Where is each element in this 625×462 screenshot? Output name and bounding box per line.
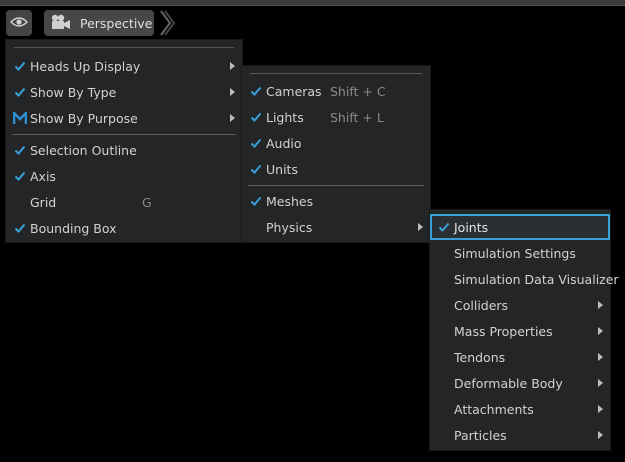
purpose-m-icon [13, 111, 27, 124]
menu-item-label: Axis [30, 168, 56, 184]
visibility-menu: Heads Up Display Show By Type Show By Pu… [6, 40, 242, 242]
menu-item-label: Selection Outline [30, 142, 137, 158]
menu-item-label: Simulation Data Visualizer [454, 271, 619, 287]
check-icon [438, 222, 450, 232]
menu-item-label: Joints [454, 219, 489, 235]
menu-item-label: Attachments [454, 401, 534, 417]
submenu-arrow-icon [230, 88, 235, 96]
show-by-type-submenu: Cameras Shift + C Lights Shift + L Audio… [242, 66, 430, 242]
camera-perspective-button[interactable]: Perspective [44, 10, 154, 36]
menu-item-label: Audio [266, 135, 302, 151]
check-icon [14, 171, 26, 181]
check-icon [250, 138, 262, 148]
menu-separator [12, 134, 236, 135]
menu-item-bounding-box[interactable]: Bounding Box [6, 215, 242, 241]
menu-item-axis[interactable]: Axis [6, 163, 242, 189]
check-icon [14, 145, 26, 155]
camera-icon [50, 14, 72, 33]
menu-item-label: Show By Purpose [30, 110, 138, 126]
shortcut-label: Shift + L [330, 109, 384, 125]
menu-item-label: Deformable Body [454, 375, 563, 391]
submenu-arrow-icon [598, 405, 603, 413]
menu-item-lights[interactable]: Lights Shift + L [242, 104, 430, 130]
visibility-menu-button[interactable] [6, 10, 32, 36]
check-icon [250, 86, 262, 96]
menu-item-meshes[interactable]: Meshes [242, 188, 430, 214]
menu-item-attachments[interactable]: Attachments [430, 396, 610, 422]
menu-item-joints[interactable]: Joints [430, 214, 610, 240]
menu-item-selection-outline[interactable]: Selection Outline [6, 137, 242, 163]
chevron-right-icon[interactable] [158, 10, 176, 36]
menu-item-label: Lights [266, 109, 304, 125]
menu-item-label: Grid [30, 194, 57, 210]
eye-icon [9, 16, 29, 31]
check-icon [250, 196, 262, 206]
menu-item-deformable-body[interactable]: Deformable Body [430, 370, 610, 396]
menu-item-label: Simulation Settings [454, 245, 576, 261]
menu-item-label: Bounding Box [30, 220, 117, 236]
menu-item-label: Particles [454, 427, 507, 443]
menu-item-label: Colliders [454, 297, 509, 313]
menu-item-label: Show By Type [30, 84, 117, 100]
top-toolbar-strip [0, 0, 625, 6]
menu-item-colliders[interactable]: Colliders [430, 292, 610, 318]
menu-item-label: Heads Up Display [30, 58, 141, 74]
menu-item-label: Units [266, 161, 298, 177]
menu-header-line [250, 73, 422, 74]
menu-item-heads-up-display[interactable]: Heads Up Display [6, 53, 242, 79]
submenu-arrow-icon [230, 114, 235, 122]
menu-separator [248, 185, 424, 186]
menu-item-show-by-type[interactable]: Show By Type [6, 79, 242, 105]
menu-item-show-by-purpose[interactable]: Show By Purpose [6, 105, 242, 131]
submenu-arrow-icon [598, 353, 603, 361]
submenu-arrow-icon [598, 327, 603, 335]
submenu-arrow-icon [418, 223, 423, 231]
check-icon [14, 87, 26, 97]
submenu-arrow-icon [598, 379, 603, 387]
perspective-label: Perspective [80, 15, 153, 31]
check-icon [14, 61, 26, 71]
menu-item-simulation-settings[interactable]: Simulation Settings [430, 240, 610, 266]
check-icon [250, 112, 262, 122]
submenu-arrow-icon [598, 301, 603, 309]
menu-item-audio[interactable]: Audio [242, 130, 430, 156]
menu-item-cameras[interactable]: Cameras Shift + C [242, 78, 430, 104]
menu-item-label: Cameras [266, 83, 322, 99]
menu-header-line [14, 47, 234, 48]
menu-item-simulation-data-visualizer[interactable]: Simulation Data Visualizer [430, 266, 619, 292]
menu-item-label: Tendons [454, 349, 506, 365]
shortcut-label: G [142, 194, 152, 210]
menu-item-mass-properties[interactable]: Mass Properties [430, 318, 610, 344]
menu-item-label: Meshes [266, 193, 314, 209]
check-icon [250, 164, 262, 174]
menu-item-tendons[interactable]: Tendons [430, 344, 610, 370]
menu-item-physics[interactable]: Physics [242, 214, 430, 240]
submenu-arrow-icon [598, 431, 603, 439]
menu-item-label: Mass Properties [454, 323, 553, 339]
menu-item-label: Physics [266, 219, 313, 235]
menu-item-grid[interactable]: Grid G [6, 189, 242, 215]
shortcut-label: Shift + C [330, 83, 386, 99]
menu-item-units[interactable]: Units [242, 156, 430, 182]
physics-submenu: Joints Simulation Settings Simulation Da… [430, 210, 619, 450]
submenu-arrow-icon [230, 62, 235, 70]
check-icon [14, 223, 26, 233]
menu-item-particles[interactable]: Particles [430, 422, 610, 448]
